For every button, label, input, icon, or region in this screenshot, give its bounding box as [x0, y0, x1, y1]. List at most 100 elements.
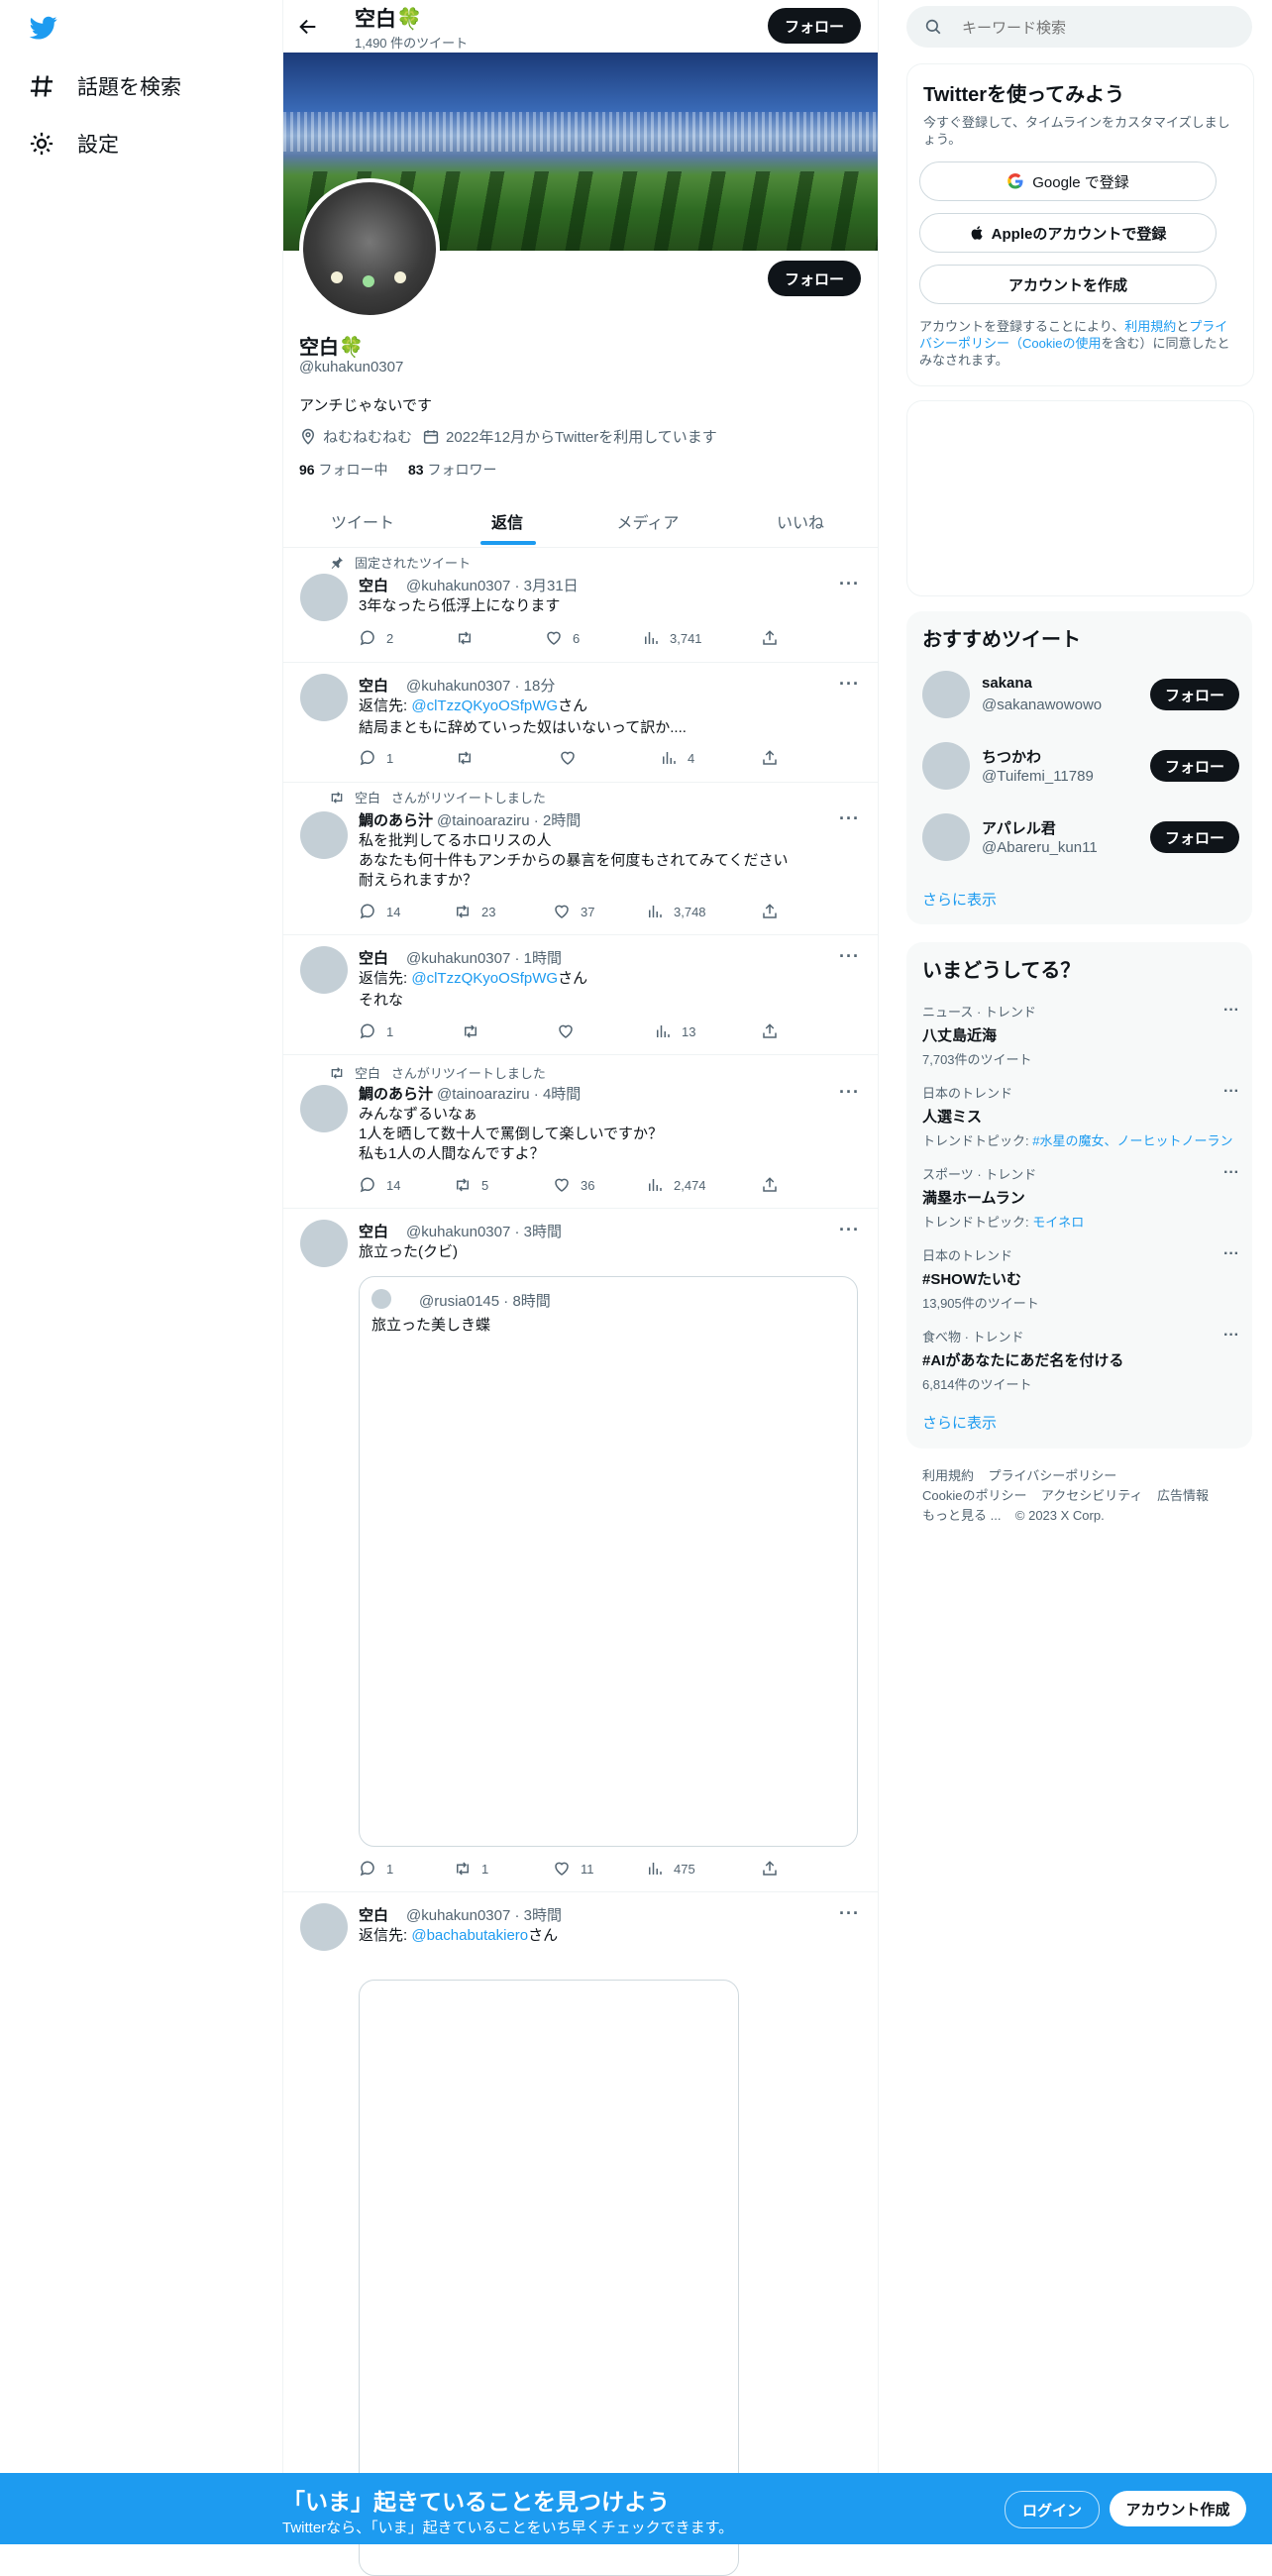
tweet[interactable]: 空白 @kuhakun0307 · 18分 ··· 返信先: @clTzzQKyo…: [283, 662, 878, 783]
avatar[interactable]: [922, 813, 970, 861]
trend-item[interactable]: 日本のトレンド 人選ミス トレンドトピック: #水星の魔女、ノーヒットノーラン …: [922, 1083, 1239, 1149]
avatar[interactable]: [300, 574, 348, 621]
footer-ads-link[interactable]: 広告情報: [1157, 1488, 1209, 1503]
recommended-user[interactable]: ちつかわ @Tuifemi_11789 フォロー: [922, 740, 1239, 792]
retweet-button[interactable]: [456, 749, 483, 767]
views-button[interactable]: 4: [660, 749, 694, 767]
more-icon[interactable]: ···: [839, 1903, 860, 1924]
more-icon[interactable]: ···: [1223, 1327, 1239, 1344]
reply-to-link[interactable]: @clTzzQKyoOSfpWG: [411, 698, 558, 714]
reply-button[interactable]: 1: [359, 1022, 393, 1040]
author-name[interactable]: 空白: [359, 578, 388, 594]
avatar[interactable]: [300, 674, 348, 721]
reply-button[interactable]: 1: [359, 749, 393, 767]
quoted-tweet[interactable]: @rusia0145 · 8時間 旅立った美しき蝶: [359, 1276, 858, 1847]
follow-button[interactable]: フォロー: [1150, 750, 1239, 782]
share-button[interactable]: [761, 1176, 779, 1194]
author-name[interactable]: 空白: [359, 1907, 388, 1924]
retweet-button[interactable]: 1: [454, 1860, 488, 1878]
more-icon[interactable]: ···: [839, 674, 860, 695]
views-button[interactable]: 13: [654, 1022, 695, 1040]
retweeter-name[interactable]: 空白: [355, 791, 380, 805]
reply-button[interactable]: 2: [359, 629, 393, 647]
trend-item[interactable]: 日本のトレンド #SHOWたいむ 13,905件のツイート ···: [922, 1245, 1239, 1312]
more-icon[interactable]: ···: [1223, 1245, 1239, 1263]
like-button[interactable]: [559, 749, 586, 767]
tab-media[interactable]: メディア: [573, 509, 723, 545]
footer-cookie-link[interactable]: Cookieのポリシー: [922, 1488, 1026, 1503]
search-input[interactable]: [960, 12, 1231, 44]
like-button[interactable]: 37: [553, 903, 594, 920]
trend-item[interactable]: 食べ物 · トレンド #AIがあなたにあだ名を付ける 6,814件のツイート ·…: [922, 1327, 1239, 1393]
create-account-button[interactable]: アカウントを作成: [919, 265, 1217, 304]
trend-item[interactable]: ニュース · トレンド 八丈島近海 7,703件のツイート ···: [922, 1002, 1239, 1068]
tweet[interactable]: 空白 @kuhakun0307 · 3時間 ··· 返信先: @bachabuta…: [283, 1891, 878, 2576]
more-icon[interactable]: ···: [1223, 1164, 1239, 1182]
header-follow-button[interactable]: フォロー: [768, 8, 861, 44]
trend-topic-link[interactable]: モイネロ: [1032, 1215, 1084, 1230]
following-link[interactable]: 96 フォロー中: [299, 460, 387, 480]
views-button[interactable]: 2,474: [646, 1176, 706, 1194]
terms-link[interactable]: 利用規約: [1124, 319, 1176, 334]
more-icon[interactable]: ···: [1223, 1083, 1239, 1101]
back-arrow-icon[interactable]: [297, 16, 319, 43]
twitter-logo-icon[interactable]: [28, 14, 59, 47]
google-signup-button[interactable]: Google で登録: [919, 161, 1217, 201]
recommended-show-more[interactable]: さらに表示: [922, 889, 997, 910]
retweet-button[interactable]: [456, 629, 483, 647]
tweet-pinned[interactable]: 固定されたツイート 空白 @kuhakun0307 · 3月31日 ··· 3年な…: [283, 548, 878, 663]
retweeter-name[interactable]: 空白: [355, 1066, 380, 1081]
like-button[interactable]: 11: [553, 1860, 594, 1878]
avatar[interactable]: [300, 1220, 348, 1267]
more-icon[interactable]: ···: [839, 574, 860, 594]
follow-button[interactable]: フォロー: [1150, 821, 1239, 853]
footer-more-link[interactable]: もっと見る ...: [922, 1508, 1001, 1523]
tweet-with-quote[interactable]: 空白 @kuhakun0307 · 3時間 ··· 旅立った(クビ) @rusia…: [283, 1208, 878, 1892]
author-name[interactable]: 空白: [359, 1224, 388, 1240]
tab-likes[interactable]: いいね: [723, 509, 878, 545]
trends-show-more[interactable]: さらに表示: [922, 1412, 997, 1433]
footer-accessibility-link[interactable]: アクセシビリティ: [1041, 1488, 1143, 1503]
share-button[interactable]: [761, 1860, 779, 1878]
tab-replies[interactable]: 返信: [442, 509, 573, 545]
share-button[interactable]: [761, 903, 779, 920]
retweet-button[interactable]: [462, 1022, 489, 1040]
more-icon[interactable]: ···: [1223, 1002, 1239, 1020]
avatar[interactable]: [300, 1085, 348, 1132]
avatar[interactable]: [300, 811, 348, 859]
views-button[interactable]: 3,748: [646, 903, 706, 920]
trend-item[interactable]: スポーツ · トレンド 満塁ホームラン トレンドトピック: モイネロ ···: [922, 1164, 1239, 1231]
like-button[interactable]: 6: [545, 629, 580, 647]
trend-topic-link[interactable]: #水星の魔女、ノーヒットノーラン: [1032, 1133, 1232, 1148]
author-name[interactable]: 空白: [359, 950, 388, 967]
footer-privacy-link[interactable]: プライバシーポリシー: [988, 1468, 1116, 1483]
recommended-user[interactable]: アパレル君 @Abareru_kun11 フォロー: [922, 811, 1239, 863]
login-button[interactable]: ログイン: [1005, 2491, 1100, 2528]
share-button[interactable]: [761, 1022, 779, 1040]
avatar[interactable]: [300, 1903, 348, 1951]
reply-button[interactable]: 14: [359, 903, 400, 920]
retweet-button[interactable]: 5: [454, 1176, 488, 1194]
like-button[interactable]: 36: [553, 1176, 594, 1194]
profile-avatar[interactable]: [299, 178, 440, 319]
nav-explore[interactable]: 話題を検索: [28, 71, 181, 101]
avatar[interactable]: [922, 671, 970, 718]
avatar[interactable]: [300, 946, 348, 994]
follow-button[interactable]: フォロー: [1150, 679, 1239, 710]
more-icon[interactable]: ···: [839, 946, 860, 967]
tab-tweets[interactable]: ツイート: [283, 509, 442, 545]
tweet-retweeted[interactable]: 空白 さんがリツイートしました 鯛のあら汁 @tainoaraziru · 2時間…: [283, 782, 878, 935]
bottom-signup-button[interactable]: アカウント作成: [1110, 2491, 1246, 2526]
reply-button[interactable]: 14: [359, 1176, 400, 1194]
share-button[interactable]: [761, 749, 779, 767]
views-button[interactable]: 3,741: [642, 629, 702, 647]
like-button[interactable]: [557, 1022, 584, 1040]
apple-signup-button[interactable]: Appleのアカウントで登録: [919, 213, 1217, 253]
reply-button[interactable]: 1: [359, 1860, 393, 1878]
views-button[interactable]: 475: [646, 1860, 695, 1878]
share-button[interactable]: [761, 629, 779, 647]
more-icon[interactable]: ···: [839, 808, 860, 829]
retweet-button[interactable]: 23: [454, 903, 495, 920]
author-name[interactable]: 鯛のあら汁: [359, 812, 433, 829]
author-name[interactable]: 鯛のあら汁: [359, 1086, 433, 1103]
